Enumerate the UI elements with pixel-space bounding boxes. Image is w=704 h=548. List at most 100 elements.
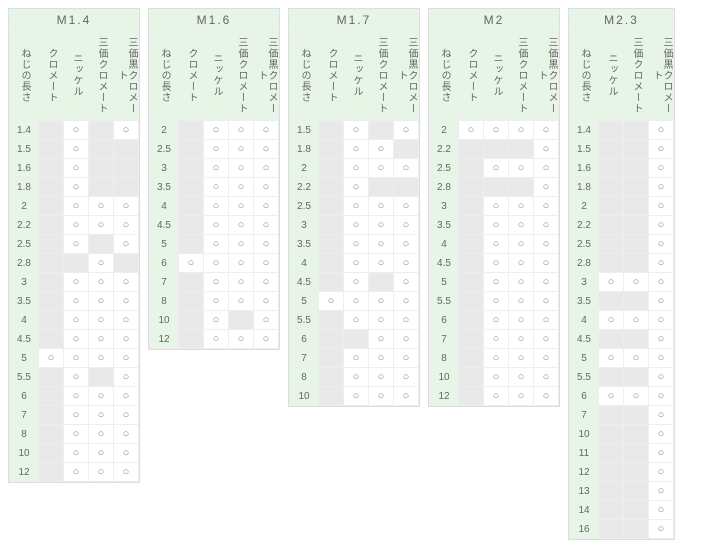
availability-cell: ○	[254, 121, 279, 140]
table-row: 8○○○	[150, 292, 279, 311]
availability-cell: ○	[89, 254, 114, 273]
availability-cell: ○	[534, 368, 559, 387]
row-header-label: ねじの長さ	[570, 33, 599, 121]
availability-cell: ○	[649, 292, 674, 311]
availability-cell: ○	[534, 311, 559, 330]
availability-cell: ○	[534, 121, 559, 140]
table-row: 4○○○	[290, 254, 419, 273]
availability-cell	[624, 216, 649, 235]
availability-cell: ○	[484, 387, 509, 406]
availability-cell	[179, 140, 204, 159]
table-row: 2.2○○○	[10, 216, 139, 235]
availability-cell	[509, 178, 534, 197]
availability-cell: ○	[369, 159, 394, 178]
length-label: 3.5	[570, 292, 599, 311]
length-label: 14	[570, 501, 599, 520]
table-row: 10○○○	[430, 368, 559, 387]
availability-cell: ○	[64, 273, 89, 292]
availability-cell	[459, 159, 484, 178]
length-label: 5.5	[290, 311, 319, 330]
availability-cell: ○	[394, 311, 419, 330]
availability-cell	[624, 235, 649, 254]
availability-cell	[39, 368, 64, 387]
availability-cell	[39, 444, 64, 463]
availability-cell: ○	[369, 292, 394, 311]
table-row: 12○	[570, 463, 674, 482]
availability-cell: ○	[649, 387, 674, 406]
availability-cell: ○	[229, 292, 254, 311]
availability-cell: ○	[229, 178, 254, 197]
availability-cell: ○	[394, 159, 419, 178]
availability-cell	[179, 216, 204, 235]
availability-cell: ○	[64, 387, 89, 406]
availability-cell	[39, 140, 64, 159]
availability-cell: ○	[369, 216, 394, 235]
table-row: 1.4○○	[10, 121, 139, 140]
availability-cell	[89, 235, 114, 254]
length-label: 7	[570, 406, 599, 425]
availability-cell	[624, 254, 649, 273]
length-label: 2.8	[10, 254, 39, 273]
availability-cell	[369, 273, 394, 292]
table-row: 14○	[570, 501, 674, 520]
availability-cell: ○	[229, 121, 254, 140]
availability-cell	[319, 273, 344, 292]
length-label: 2.5	[150, 140, 179, 159]
table-row: 7○○○	[150, 273, 279, 292]
table-row: 3.5○○○	[150, 178, 279, 197]
table-row: 10○○○	[290, 387, 419, 406]
tables-container: M1.4ねじの長さクロメートニッケル三価クロメート三価黒クロメート1.4○○1.…	[8, 8, 696, 540]
length-label: 2.5	[10, 235, 39, 254]
availability-cell	[64, 254, 89, 273]
availability-cell: ○	[649, 254, 674, 273]
availability-cell: ○	[484, 330, 509, 349]
col-header: 三価クロメート	[229, 33, 254, 121]
availability-cell	[459, 178, 484, 197]
table-row: 3○○○	[430, 197, 559, 216]
availability-cell	[599, 368, 624, 387]
length-label: 2.2	[570, 216, 599, 235]
availability-cell	[319, 197, 344, 216]
table-row: 12○○○	[430, 387, 559, 406]
length-label: 3.5	[10, 292, 39, 311]
availability-cell: ○	[534, 235, 559, 254]
availability-cell: ○	[484, 349, 509, 368]
availability-cell	[394, 178, 419, 197]
length-label: 5.5	[10, 368, 39, 387]
availability-cell: ○	[344, 349, 369, 368]
availability-cell	[39, 463, 64, 482]
length-label: 2	[430, 121, 459, 140]
availability-cell: ○	[64, 292, 89, 311]
col-header: 三価クロメート	[369, 33, 394, 121]
availability-cell	[179, 178, 204, 197]
length-label: 4.5	[570, 330, 599, 349]
availability-cell: ○	[64, 406, 89, 425]
table-row: 5.5○○	[10, 368, 139, 387]
availability-cell	[459, 311, 484, 330]
col-header: クロメート	[179, 33, 204, 121]
availability-cell	[624, 159, 649, 178]
table-row: 4.5○○○	[10, 330, 139, 349]
availability-cell: ○	[64, 216, 89, 235]
availability-cell: ○	[89, 273, 114, 292]
table-row: 1.6○	[10, 159, 139, 178]
availability-cell	[459, 368, 484, 387]
availability-cell: ○	[229, 197, 254, 216]
availability-cell	[394, 140, 419, 159]
table-row: 2.2○	[430, 140, 559, 159]
availability-cell: ○	[484, 254, 509, 273]
table-row: 2.8 ○	[10, 254, 139, 273]
availability-cell	[369, 121, 394, 140]
length-label: 8	[10, 425, 39, 444]
availability-cell: ○	[649, 216, 674, 235]
availability-cell: ○	[64, 330, 89, 349]
table-row: 5○○○	[430, 273, 559, 292]
table-row: 4.5○○	[290, 273, 419, 292]
availability-cell: ○	[394, 387, 419, 406]
availability-cell: ○	[484, 159, 509, 178]
length-label: 4	[430, 235, 459, 254]
availability-cell: ○	[394, 292, 419, 311]
table-row: 12○○○	[10, 463, 139, 482]
availability-cell	[459, 292, 484, 311]
availability-cell: ○	[114, 121, 139, 140]
